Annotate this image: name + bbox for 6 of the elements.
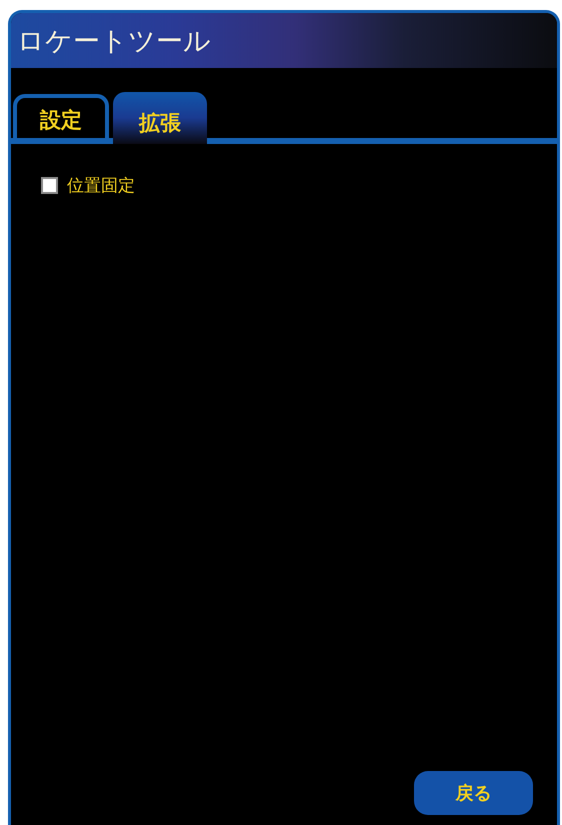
checkbox[interactable] (41, 177, 58, 194)
back-button[interactable]: 戻る (414, 771, 533, 815)
checkbox-label: 位置固定 (67, 175, 135, 197)
window-title: ロケートツール (17, 24, 211, 58)
tab[interactable]: 設定 (13, 94, 109, 138)
tab[interactable]: 拡張 (113, 92, 207, 144)
